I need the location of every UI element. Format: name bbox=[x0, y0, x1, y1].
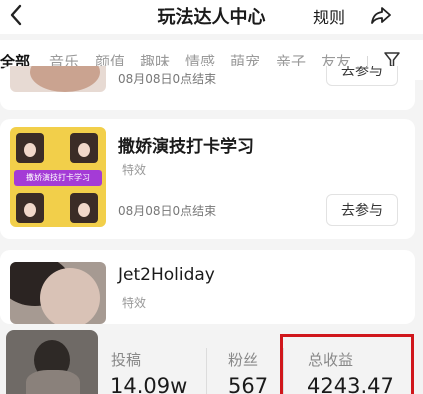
activity-thumbnail bbox=[10, 262, 106, 324]
join-button[interactable]: 去参与 bbox=[326, 66, 398, 86]
earnings-highlight-box bbox=[280, 334, 414, 394]
activity-card[interactable]: 撒娇演技打卡学习 撒娇演技打卡学习 特效 08月08日0点结束 去参与 bbox=[0, 119, 415, 239]
join-button[interactable]: 去参与 bbox=[326, 194, 398, 226]
activity-tag: 特效 bbox=[122, 296, 147, 310]
activity-thumbnail: 撒娇演技打卡学习 bbox=[10, 127, 106, 227]
activity-title: 撒娇演技打卡学习 bbox=[118, 137, 254, 157]
activity-card[interactable]: Jet2Holiday 特效 bbox=[0, 250, 415, 324]
posts-value: 14.09w bbox=[110, 374, 188, 394]
posts-label: 投稿 bbox=[111, 351, 142, 369]
top-bar: 玩法达人中心 规则 bbox=[0, 0, 423, 34]
creator-avatar[interactable] bbox=[6, 330, 98, 394]
stats-divider bbox=[206, 348, 207, 394]
page-title: 玩法达人中心 bbox=[157, 7, 266, 28]
activity-card[interactable]: 08月08日0点结束 去参与 bbox=[0, 66, 415, 110]
activity-title: Jet2Holiday bbox=[118, 265, 215, 285]
creator-stats-bar: 投稿 14.09w 粉丝 567 总收益 4243.47 bbox=[0, 330, 423, 394]
activity-tag: 特效 bbox=[122, 163, 147, 177]
fans-value: 567 bbox=[228, 374, 269, 394]
thumbnail-banner: 撒娇演技打卡学习 bbox=[14, 170, 102, 186]
share-icon[interactable] bbox=[369, 4, 393, 26]
activity-end-time: 08月08日0点结束 bbox=[118, 72, 217, 86]
rules-link[interactable]: 规则 bbox=[313, 4, 345, 28]
activity-end-time: 08月08日0点结束 bbox=[118, 204, 217, 218]
fans-label: 粉丝 bbox=[228, 351, 259, 369]
activity-thumbnail bbox=[10, 66, 106, 92]
